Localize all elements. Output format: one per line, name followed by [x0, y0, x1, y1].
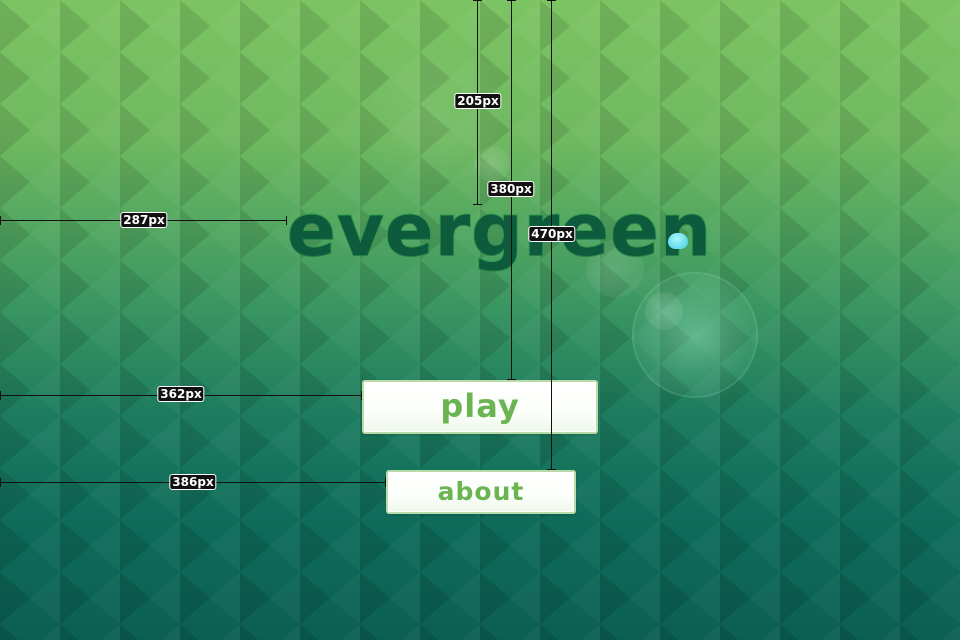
logo-dot-icon: [668, 233, 688, 249]
play-button[interactable]: play: [362, 380, 598, 434]
measure-label: 386px: [169, 474, 217, 490]
measure-label: 362px: [157, 386, 205, 402]
measure-label: 470px: [528, 226, 576, 242]
game-logo: evergreen: [286, 188, 713, 272]
measure-tick: [507, 0, 516, 1]
measure-label: 287px: [120, 212, 168, 228]
measure-tick: [473, 204, 482, 205]
measure-tick: [507, 379, 516, 380]
measure-tick: [286, 216, 287, 225]
play-button-label: play: [440, 386, 520, 425]
measure-tick: [0, 216, 1, 225]
measure-tick: [361, 391, 362, 400]
measure-tick: [0, 478, 1, 487]
measure-tick: [547, 469, 556, 470]
about-button[interactable]: about: [386, 470, 576, 514]
measure-tick: [385, 478, 386, 487]
about-button-label: about: [437, 476, 525, 506]
measure-label: 205px: [454, 93, 502, 109]
measure-tick: [0, 391, 1, 400]
measure-tick: [547, 0, 556, 1]
measure-label: 380px: [487, 181, 535, 197]
measure-tick: [473, 0, 482, 1]
